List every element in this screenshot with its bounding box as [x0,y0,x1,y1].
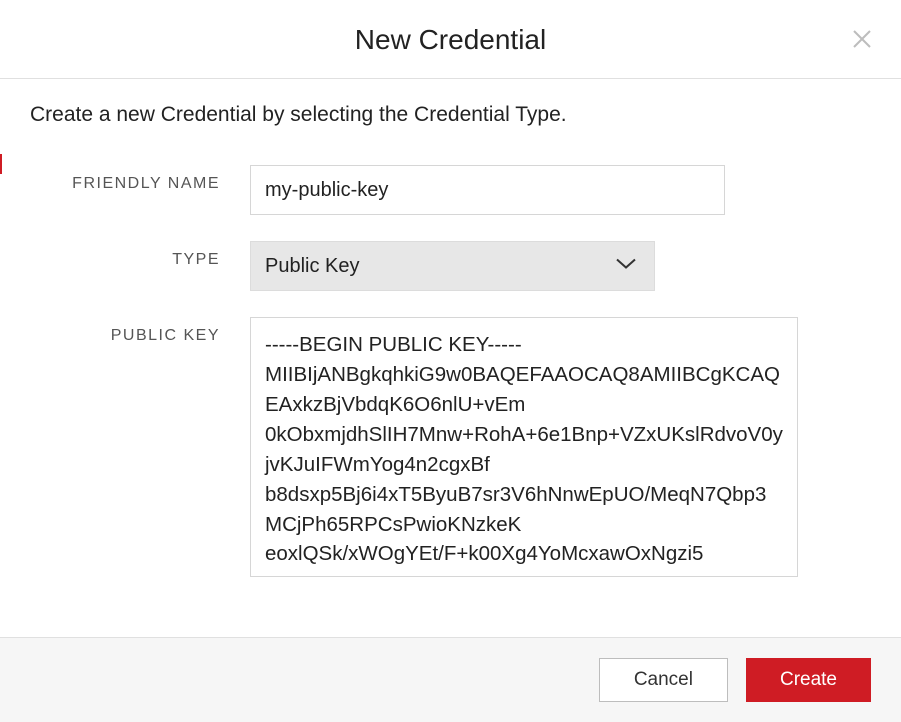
form-row-public-key: PUBLIC KEY [30,317,871,582]
modal-description: Create a new Credential by selecting the… [30,103,871,127]
type-control: Public Key [250,241,871,291]
friendly-name-label: FRIENDLY NAME [30,165,250,193]
create-button[interactable]: Create [746,658,871,702]
type-select[interactable]: Public Key [250,241,655,291]
modal-body: Create a new Credential by selecting the… [0,79,901,637]
modal-header: New Credential [0,0,901,79]
type-label: TYPE [30,241,250,269]
form-row-type: TYPE Public Key [30,241,871,291]
friendly-name-input[interactable] [250,165,725,215]
close-button[interactable] [849,26,875,52]
friendly-name-control [250,165,871,215]
public-key-textarea[interactable] [250,317,798,577]
close-icon [850,27,874,51]
public-key-control [250,317,871,582]
public-key-label: PUBLIC KEY [30,317,250,345]
form-row-friendly-name: FRIENDLY NAME [30,165,871,215]
accent-sliver [0,154,2,174]
modal-footer: Cancel Create [0,637,901,722]
cancel-button[interactable]: Cancel [599,658,728,702]
type-select-wrapper: Public Key [250,241,655,291]
new-credential-modal: New Credential Create a new Credential b… [0,0,901,722]
modal-title: New Credential [0,24,901,56]
type-select-value: Public Key [265,255,360,278]
